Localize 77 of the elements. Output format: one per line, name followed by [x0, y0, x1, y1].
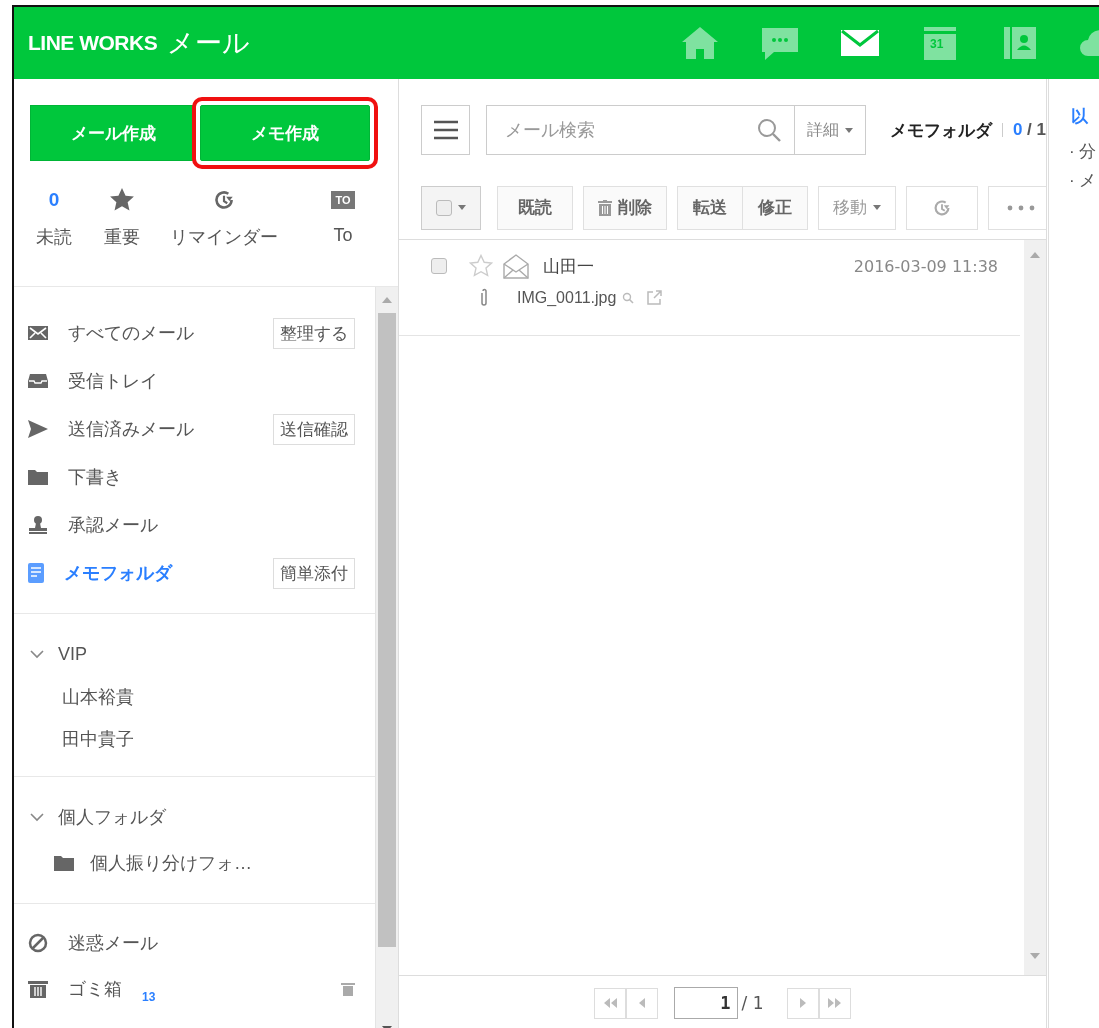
mark-read-button[interactable]: 既読	[497, 185, 573, 230]
external-link-icon	[646, 290, 663, 306]
action-button[interactable]: 修正	[743, 185, 808, 230]
folder-icon	[28, 469, 48, 485]
folder-item[interactable]: 受信トレイ	[68, 369, 355, 393]
vip-contact[interactable]: 田中貴子	[62, 727, 134, 751]
previous-page-button[interactable]	[625, 987, 658, 1019]
page-input[interactable]: 1	[673, 987, 738, 1019]
folder-item[interactable]: 迷惑メール	[68, 931, 158, 955]
envelope-icon	[28, 325, 48, 341]
search-icon	[756, 118, 781, 142]
paperclip-icon	[479, 288, 489, 308]
logo: LINE WORKS	[28, 31, 158, 55]
filter-label[interactable]: 未読	[36, 225, 72, 249]
folder-item[interactable]: ゴミ箱	[68, 977, 122, 1001]
folder-title: メモフォルダ	[889, 119, 992, 142]
star-icon	[109, 187, 135, 213]
filter-label[interactable]: リマインダー	[170, 225, 278, 249]
scrollbar[interactable]	[1024, 240, 1046, 975]
note-icon	[28, 563, 44, 583]
last-page-button[interactable]	[819, 987, 852, 1019]
folder-action-button[interactable]: 簡単添付	[273, 557, 355, 589]
folder-item[interactable]: 個人振り分けフォ…	[90, 851, 252, 875]
stamp-icon	[28, 516, 48, 534]
message-count: 0 / 1	[1012, 120, 1046, 140]
empty-trash-icon	[341, 982, 355, 996]
paper-plane-icon	[28, 420, 48, 438]
filter-label[interactable]: 重要	[104, 225, 140, 249]
preview-heading: 以	[1071, 106, 1089, 128]
folder-action-button[interactable]: 整理する	[273, 317, 355, 349]
more-icon	[1007, 204, 1035, 211]
delete-button[interactable]: 削除	[583, 185, 667, 230]
search-field[interactable]: メール検索	[486, 105, 795, 155]
unread-count[interactable]: 0	[48, 189, 60, 211]
folder-item[interactable]: 送信済みメール	[68, 417, 253, 441]
page-total: / 1	[741, 993, 764, 1013]
scrollbar[interactable]	[375, 287, 398, 1028]
group-title[interactable]: VIP	[58, 643, 87, 665]
trash-icon	[598, 199, 612, 216]
folder-item[interactable]: 承認メール	[68, 513, 355, 537]
vip-contact[interactable]: 山本裕貴	[62, 685, 134, 709]
checkbox[interactable]	[431, 258, 447, 274]
filter-label[interactable]: To	[333, 225, 353, 246]
folder-item[interactable]: すべてのメール	[68, 321, 253, 345]
menu-button[interactable]	[421, 105, 471, 155]
sender-name[interactable]: 山田一	[543, 254, 854, 278]
prohibited-icon	[28, 933, 48, 953]
preview-text: · 分	[1069, 141, 1098, 163]
folder-icon	[54, 855, 74, 871]
folder-action-button[interactable]: 送信確認	[273, 413, 355, 445]
mail-icon	[840, 28, 880, 58]
trash-count: 13	[142, 990, 156, 1004]
app-title: メール	[167, 27, 251, 60]
next-page-button[interactable]	[787, 987, 820, 1019]
action-button[interactable]: 転送	[677, 185, 743, 230]
first-page-button[interactable]	[593, 987, 626, 1019]
select-all-dropdown[interactable]	[421, 185, 481, 230]
tray-icon	[28, 373, 48, 389]
home-icon	[680, 25, 720, 61]
more-button[interactable]	[988, 185, 1046, 230]
menu-icon	[433, 120, 458, 140]
to-icon: TO	[331, 191, 355, 209]
message-date: 2016-03-09 11:38	[853, 256, 998, 276]
attachment-link[interactable]: IMG_0011.jpg	[517, 289, 617, 307]
folder-item[interactable]: 下書き	[68, 465, 355, 489]
group-title[interactable]: 個人フォルダ	[58, 805, 166, 829]
chat-icon	[760, 25, 800, 61]
reminder-button[interactable]	[906, 185, 978, 230]
search-detail-button[interactable]: 詳細	[794, 105, 866, 155]
open-envelope-icon	[503, 253, 529, 279]
folder-item[interactable]: メモフォルダ	[64, 561, 253, 585]
preview-text: · メ	[1069, 170, 1098, 192]
search-icon	[622, 292, 635, 304]
contacts-icon	[1002, 25, 1038, 61]
trash-icon	[28, 980, 48, 998]
calendar-date: 31	[930, 37, 944, 51]
calendar-icon	[922, 25, 958, 61]
